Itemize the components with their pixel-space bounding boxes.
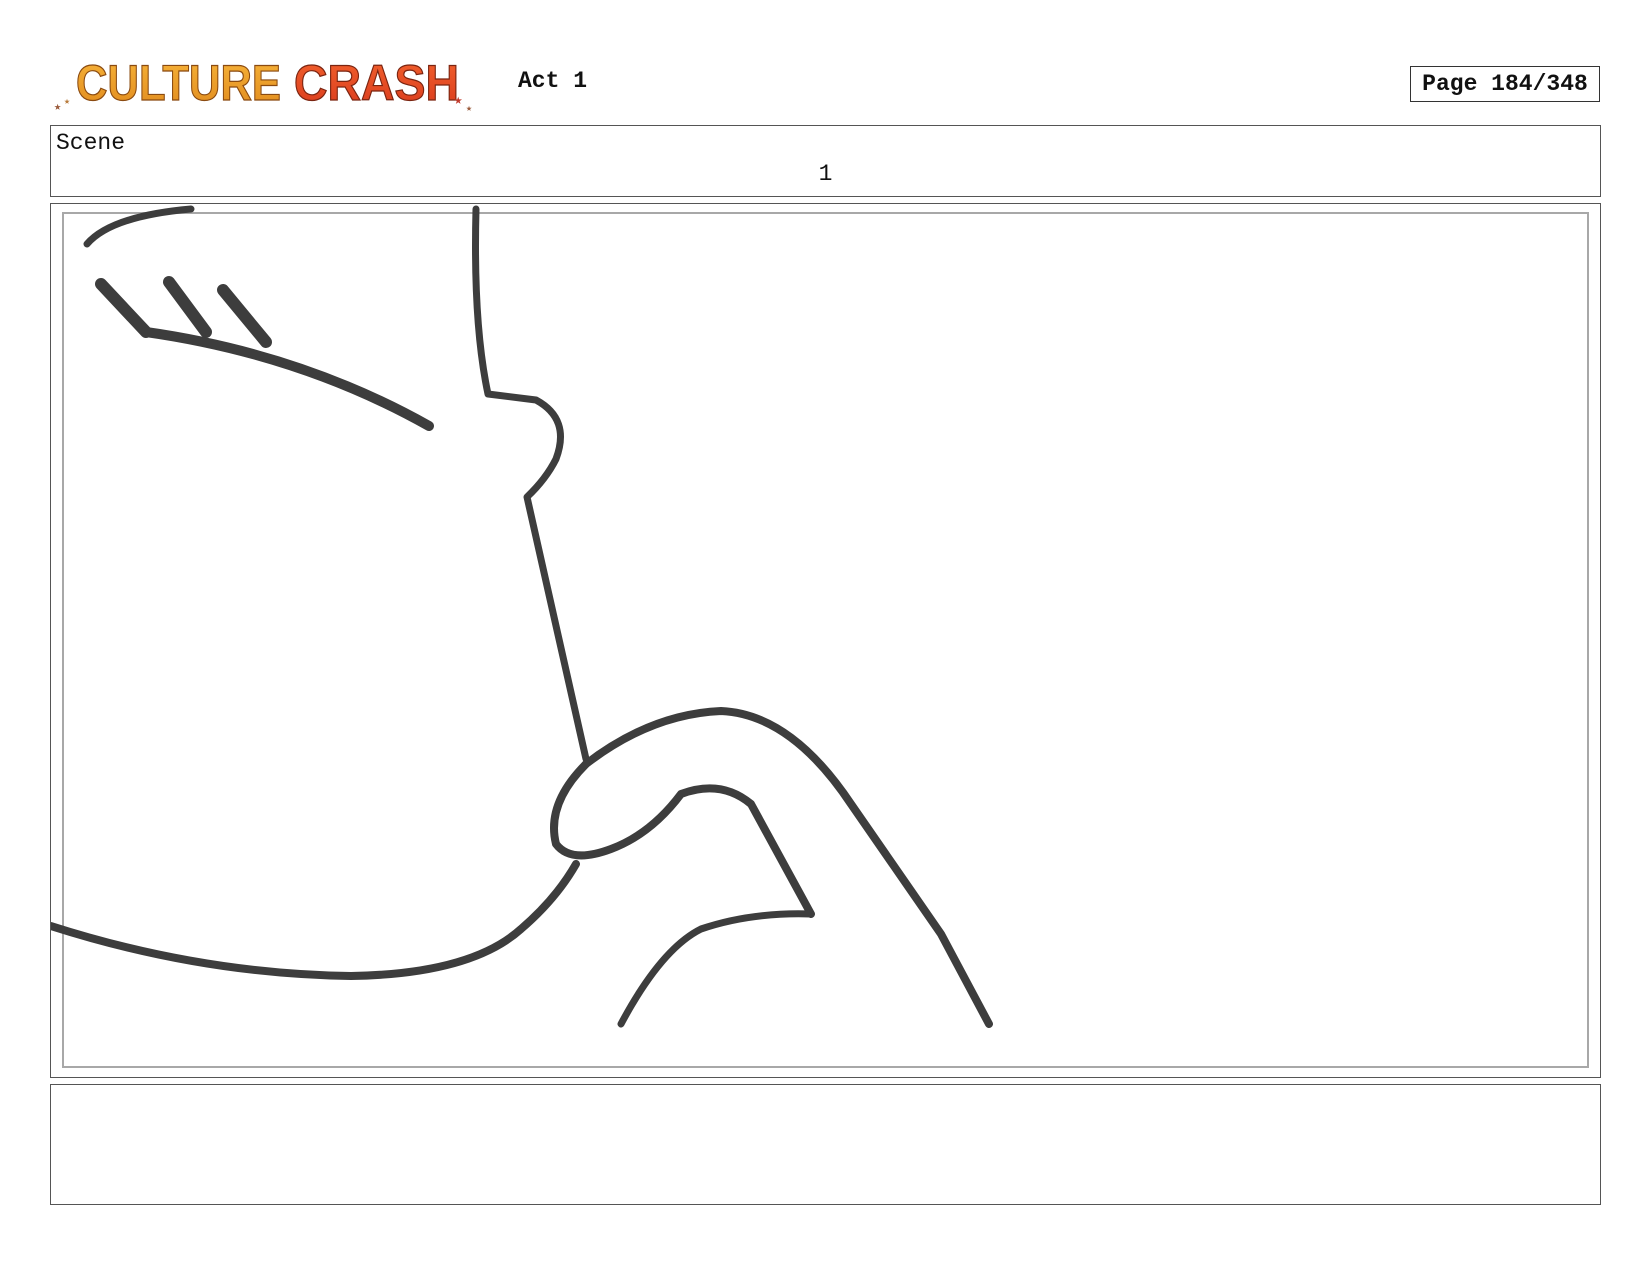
brow-stroke	[83, 205, 195, 248]
lower-lip-stroke	[550, 760, 815, 918]
eyelash-stroke-1	[95, 278, 152, 338]
eyelash-stroke-2	[163, 276, 212, 338]
profile-stroke	[472, 205, 590, 763]
svg-text:★: ★	[64, 97, 70, 108]
storyboard-panel	[50, 203, 1601, 1078]
svg-text:CRASH: CRASH	[294, 55, 459, 111]
act-label: Act 1	[518, 68, 588, 94]
svg-text:CULTURE: CULTURE	[76, 55, 281, 111]
culture-crash-logo: CULTURE CRASH ★ ★ ★ ★	[52, 48, 502, 120]
svg-text:★: ★	[466, 104, 472, 115]
eyelash-stroke-3	[217, 284, 272, 348]
scene-header: Scene 1	[50, 125, 1601, 197]
svg-text:★: ★	[54, 100, 61, 114]
svg-text:★: ★	[454, 93, 463, 109]
page-indicator: Page 184/348	[1410, 66, 1600, 102]
scene-label: Scene	[56, 130, 126, 156]
notes-box	[50, 1084, 1601, 1205]
jaw-stroke	[51, 860, 580, 980]
scene-number: 1	[818, 161, 833, 187]
panel-sketch	[51, 205, 993, 1028]
lower-shape-stroke	[617, 910, 815, 1028]
eyelid-stroke	[141, 327, 434, 431]
